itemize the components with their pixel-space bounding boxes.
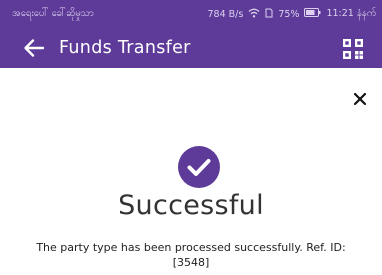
- qr-code-button[interactable]: [342, 38, 364, 60]
- back-button[interactable]: [21, 35, 47, 61]
- qr-code-icon: [343, 39, 363, 59]
- carrier-text: အရေးပေါ် ခေါ်ဆိုမှုသာ: [12, 8, 94, 19]
- success-message: The party type has been processed succes…: [36, 241, 346, 269]
- battery-percent: 75%: [278, 8, 300, 20]
- sim-icon: [265, 8, 273, 21]
- close-icon: [353, 92, 367, 106]
- wifi-icon: [248, 8, 260, 21]
- status-indicators: 784 B/s 75% 11:21 နံနက်: [208, 7, 376, 21]
- success-title: Successful: [118, 190, 264, 221]
- arrow-left-icon: [24, 39, 45, 57]
- page-title: Funds Transfer: [59, 38, 191, 58]
- clock: 11:21 နံနက်: [326, 8, 376, 19]
- close-button[interactable]: [350, 89, 370, 109]
- network-speed: 784 B/s: [207, 8, 244, 20]
- check-circle-icon: [177, 145, 221, 189]
- status-bar: အရေးပေါ် ခေါ်ဆိုမှုသာ 784 B/s 75% 11:21 …: [0, 0, 382, 28]
- app-bar: Funds Transfer: [0, 28, 382, 68]
- battery-icon: [304, 8, 321, 20]
